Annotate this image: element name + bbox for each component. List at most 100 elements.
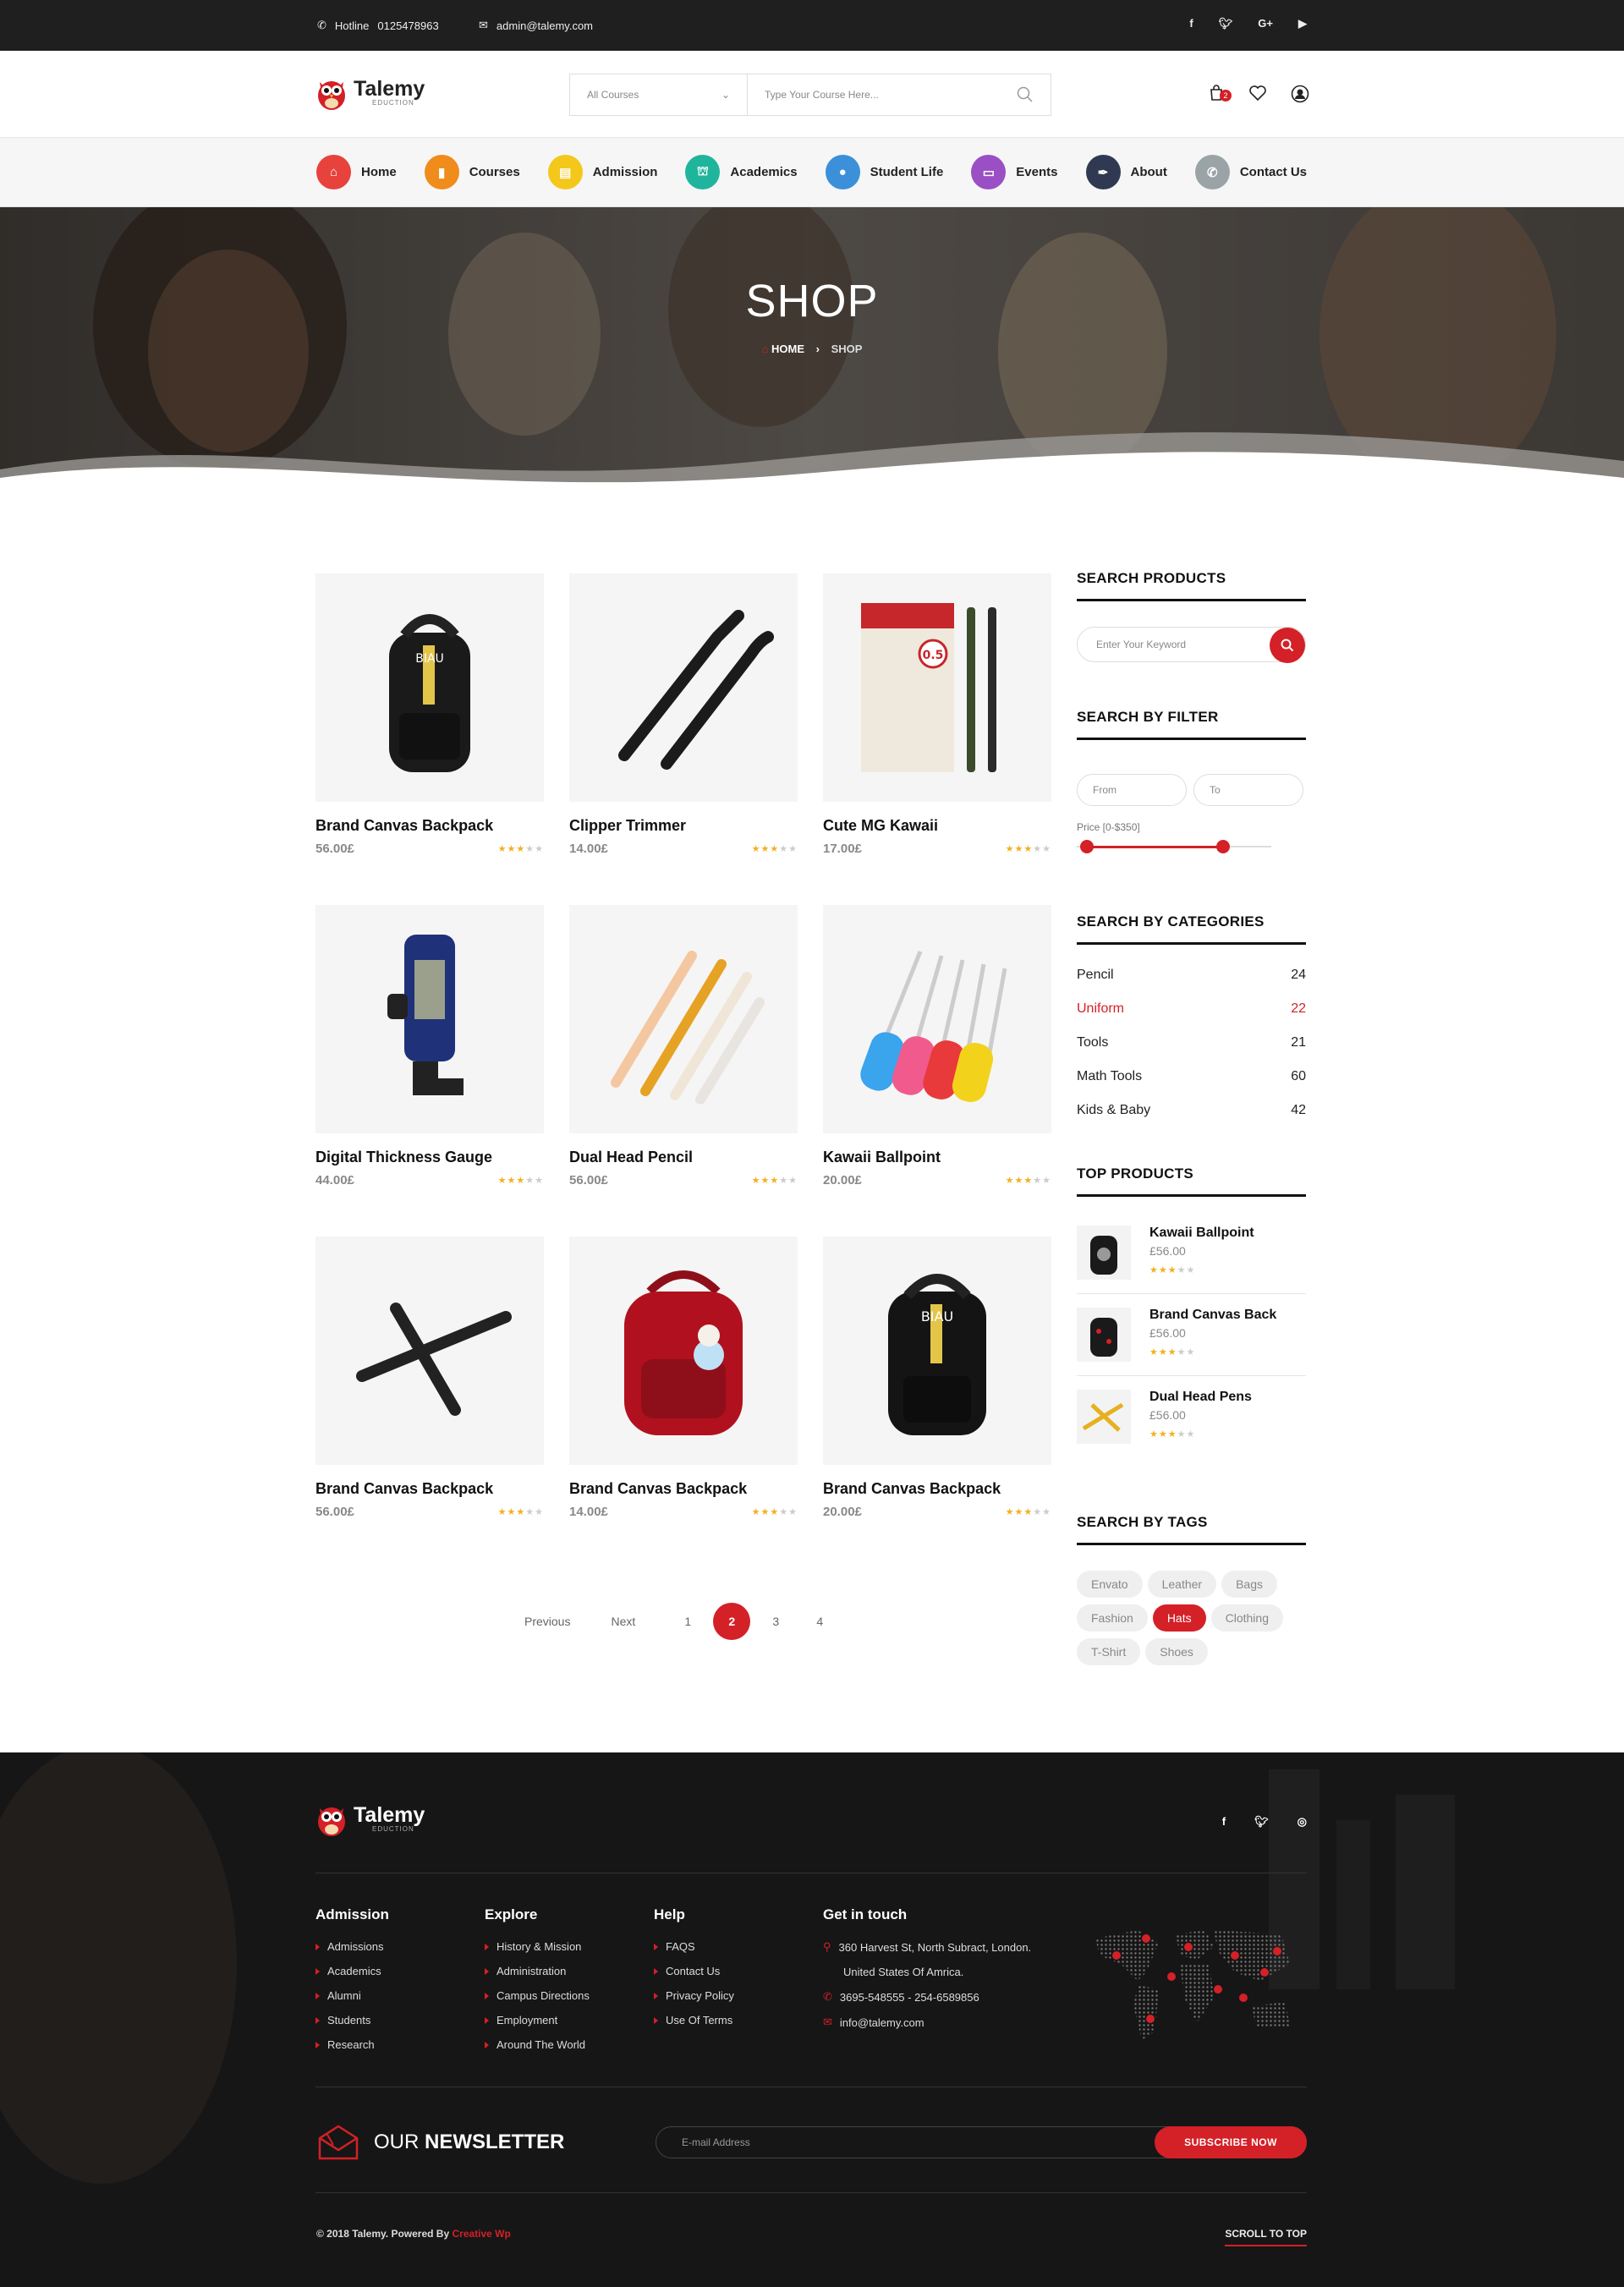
tag[interactable]: Leather bbox=[1147, 1571, 1217, 1598]
product-image[interactable]: ВIAU bbox=[315, 573, 544, 802]
category-item[interactable]: Tools 21 bbox=[1077, 1026, 1306, 1060]
product-image[interactable] bbox=[569, 1237, 798, 1465]
page-link[interactable]: 3 bbox=[757, 1603, 794, 1640]
product-image[interactable] bbox=[315, 1237, 544, 1465]
nav-item-events[interactable]: ▭ Events bbox=[971, 155, 1058, 189]
product-image[interactable]: ВIAU bbox=[823, 1237, 1051, 1465]
product-card[interactable]: Digital Thickness Gauge 44.00£ ★★★★★ bbox=[315, 905, 544, 1187]
product-image[interactable] bbox=[569, 905, 798, 1133]
facebook-icon[interactable]: f bbox=[1189, 17, 1193, 30]
cart-icon[interactable]: 2 bbox=[1208, 85, 1232, 106]
top-product-thumb[interactable] bbox=[1077, 1226, 1131, 1280]
category-item[interactable]: Math Tools 60 bbox=[1077, 1060, 1306, 1094]
product-card[interactable]: ВIAU Brand Canvas Backpack 56.00£ ★★★★★ bbox=[315, 573, 544, 856]
category-item[interactable]: Pencil 24 bbox=[1077, 958, 1306, 992]
product-card[interactable]: Brand Canvas Backpack 56.00£ ★★★★★ bbox=[315, 1237, 544, 1519]
newsletter-email-input[interactable]: E-mail Address SUBSCRIBE NOW bbox=[656, 2126, 1307, 2158]
footer-link[interactable]: FAQS bbox=[654, 1940, 734, 1953]
tag[interactable]: Clothing bbox=[1210, 1604, 1283, 1632]
product-card[interactable]: Dual Head Pencil 56.00£ ★★★★★ bbox=[569, 905, 798, 1187]
course-search-input[interactable]: Type Your Course Here... bbox=[748, 74, 1051, 115]
tag-active[interactable]: Hats bbox=[1152, 1604, 1206, 1632]
footer-link[interactable]: Employment bbox=[485, 2014, 590, 2026]
top-product-thumb[interactable] bbox=[1077, 1308, 1131, 1362]
product-card[interactable]: Clipper Trimmer 14.00£ ★★★★★ bbox=[569, 573, 798, 856]
search-icon[interactable] bbox=[1017, 86, 1034, 103]
footer-link[interactable]: Research bbox=[315, 2038, 389, 2051]
page-link[interactable]: 4 bbox=[801, 1603, 838, 1640]
product-image[interactable]: 0.5 bbox=[823, 573, 1051, 802]
instagram-icon[interactable]: ◎ bbox=[1298, 1815, 1307, 1829]
nav-item-student-life[interactable]: ● Student Life bbox=[825, 155, 943, 189]
product-card[interactable]: ВIAU Brand Canvas Backpack 20.00£ ★★★★★ bbox=[823, 1237, 1051, 1519]
product-name[interactable]: Brand Canvas Backpack bbox=[315, 817, 544, 835]
product-card[interactable]: Kawaii Ballpoint 20.00£ ★★★★★ bbox=[823, 905, 1051, 1187]
category-select[interactable]: All Courses ⌄ bbox=[570, 74, 748, 115]
footer-link[interactable]: Use Of Terms bbox=[654, 2014, 734, 2026]
price-from-input[interactable]: From bbox=[1077, 774, 1187, 806]
logo[interactable]: Talemy EDUCTION bbox=[316, 74, 425, 111]
nav-item-home[interactable]: ⌂ Home bbox=[316, 155, 397, 189]
nav-item-courses[interactable]: ▮ Courses bbox=[424, 155, 520, 189]
top-product-thumb[interactable] bbox=[1077, 1390, 1131, 1444]
product-search-input[interactable]: Enter Your Keyword bbox=[1077, 627, 1306, 663]
product-name[interactable]: Kawaii Ballpoint bbox=[823, 1149, 1051, 1166]
footer-link[interactable]: Campus Directions bbox=[485, 1989, 590, 2002]
tag[interactable]: Fashion bbox=[1077, 1604, 1148, 1632]
top-product-item[interactable]: Brand Canvas Back £56.00 ★★★★★ bbox=[1077, 1294, 1306, 1376]
youtube-icon[interactable]: ▶ bbox=[1298, 17, 1307, 30]
footer-link[interactable]: Students bbox=[315, 2014, 389, 2026]
top-email-text[interactable]: admin@talemy.com bbox=[497, 19, 593, 32]
footer-logo[interactable]: Talemy EDUCTION bbox=[316, 1800, 425, 1837]
google-plus-icon[interactable]: G+ bbox=[1258, 17, 1273, 30]
product-card[interactable]: Brand Canvas Backpack 14.00£ ★★★★★ bbox=[569, 1237, 798, 1519]
product-image[interactable] bbox=[823, 905, 1051, 1133]
page-link-current[interactable]: 2 bbox=[713, 1603, 751, 1640]
product-name[interactable]: Dual Head Pencil bbox=[569, 1149, 798, 1166]
tag[interactable]: Envato bbox=[1077, 1571, 1143, 1598]
price-to-input[interactable]: To bbox=[1193, 774, 1303, 806]
nav-item-contact[interactable]: ✆ Contact Us bbox=[1194, 155, 1307, 189]
facebook-icon[interactable]: f bbox=[1222, 1815, 1226, 1829]
breadcrumb-home[interactable]: HOME bbox=[771, 343, 804, 355]
nav-item-about[interactable]: ✒ About bbox=[1085, 155, 1167, 189]
footer-link[interactable]: Alumni bbox=[315, 1989, 389, 2002]
page-link[interactable]: 1 bbox=[669, 1603, 706, 1640]
tag[interactable]: Bags bbox=[1221, 1571, 1277, 1598]
powered-by-link[interactable]: Creative Wp bbox=[452, 2228, 510, 2240]
user-icon[interactable] bbox=[1291, 85, 1309, 103]
product-name[interactable]: Brand Canvas Backpack bbox=[569, 1480, 798, 1498]
top-product-name[interactable]: Dual Head Pens bbox=[1149, 1390, 1252, 1405]
product-name[interactable]: Digital Thickness Gauge bbox=[315, 1149, 544, 1166]
product-name[interactable]: Clipper Trimmer bbox=[569, 817, 798, 835]
heart-icon[interactable] bbox=[1248, 85, 1267, 101]
next-page-link[interactable]: Next bbox=[611, 1615, 635, 1628]
subscribe-button[interactable]: SUBSCRIBE NOW bbox=[1155, 2126, 1307, 2158]
product-name[interactable]: Brand Canvas Backpack bbox=[315, 1480, 544, 1498]
top-product-item[interactable]: Kawaii Ballpoint £56.00 ★★★★★ bbox=[1077, 1212, 1306, 1294]
product-name[interactable]: Cute MG Kawaii bbox=[823, 817, 1051, 835]
search-button[interactable] bbox=[1270, 628, 1305, 663]
email-link[interactable]: info@talemy.com bbox=[840, 2016, 924, 2029]
footer-link[interactable]: Privacy Policy bbox=[654, 1989, 734, 2002]
scroll-to-top-link[interactable]: SCROLL TO TOP bbox=[1225, 2228, 1307, 2246]
hotline-number[interactable]: 0125478963 bbox=[377, 19, 438, 32]
twitter-icon[interactable]: 🐦︎ bbox=[1254, 1815, 1269, 1829]
price-slider[interactable] bbox=[1077, 838, 1271, 855]
footer-link[interactable]: Admissions bbox=[315, 1940, 389, 1953]
phone-numbers[interactable]: 3695-548555 - 254-6589856 bbox=[840, 1991, 979, 2004]
footer-link[interactable]: Contact Us bbox=[654, 1965, 734, 1977]
footer-link[interactable]: Around The World bbox=[485, 2038, 590, 2051]
product-name[interactable]: Brand Canvas Backpack bbox=[823, 1480, 1051, 1498]
top-product-name[interactable]: Brand Canvas Back bbox=[1149, 1308, 1276, 1323]
footer-link[interactable]: Administration bbox=[485, 1965, 590, 1977]
product-card[interactable]: 0.5 Cute MG Kawaii 17.00£ ★★★★★ bbox=[823, 573, 1051, 856]
tag[interactable]: Shoes bbox=[1145, 1638, 1208, 1665]
price-slider-max-handle[interactable] bbox=[1215, 840, 1230, 853]
top-product-item[interactable]: Dual Head Pens £56.00 ★★★★★ bbox=[1077, 1376, 1306, 1457]
product-image[interactable] bbox=[315, 905, 544, 1133]
twitter-icon[interactable]: 🐦︎ bbox=[1219, 17, 1233, 30]
footer-link[interactable]: History & Mission bbox=[485, 1940, 590, 1953]
footer-link[interactable]: Academics bbox=[315, 1965, 389, 1977]
product-image[interactable] bbox=[569, 573, 798, 802]
